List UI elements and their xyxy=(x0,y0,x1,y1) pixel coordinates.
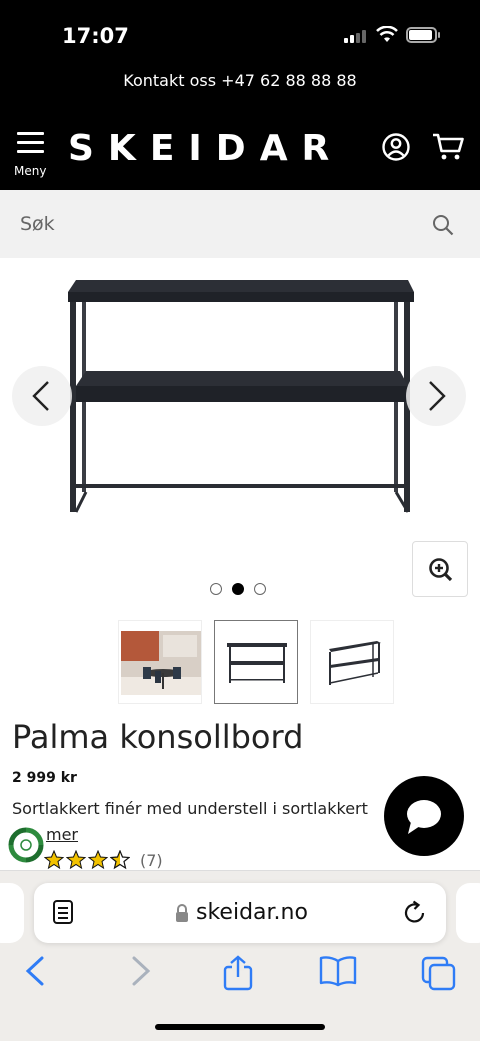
next-image-button[interactable] xyxy=(406,366,466,426)
star-icon xyxy=(44,850,64,870)
read-more-link[interactable]: mer xyxy=(46,825,78,844)
lock-icon xyxy=(176,904,188,922)
gallery-dot[interactable] xyxy=(210,583,222,595)
room-scene-image xyxy=(121,631,201,695)
product-description: Sortlakkert finér med understell i sortl… xyxy=(12,799,368,818)
forward-icon[interactable] xyxy=(126,955,154,987)
thumbnail-room-scene[interactable] xyxy=(118,620,202,704)
logo[interactable]: SKEIDAR xyxy=(68,128,343,169)
reader-view-icon[interactable] xyxy=(52,899,76,927)
thumbnail-table-front[interactable] xyxy=(214,620,298,704)
address-bar[interactable]: skeidar.no xyxy=(34,883,446,943)
chevron-right-icon xyxy=(429,381,446,411)
menu-button[interactable]: Meny xyxy=(14,132,48,182)
gallery-dots[interactable] xyxy=(210,583,266,595)
thumbnail-strip xyxy=(118,620,394,704)
search-icon[interactable] xyxy=(432,214,454,236)
browser-toolbar: skeidar.no xyxy=(0,870,480,1041)
tabs-icon[interactable] xyxy=(420,955,458,991)
cart-icon[interactable] xyxy=(432,132,466,162)
star-half-icon xyxy=(110,850,130,870)
battery-icon xyxy=(406,27,440,43)
product-rating[interactable]: (7) xyxy=(44,850,163,870)
status-time: 17:07 xyxy=(62,24,129,48)
hamburger-icon xyxy=(14,132,48,153)
product-price: 2 999 kr xyxy=(12,770,77,786)
thumbnail-table-angle[interactable] xyxy=(310,620,394,704)
previous-tab-preview[interactable] xyxy=(0,883,24,943)
table-front-image xyxy=(227,643,287,683)
chat-bubble-icon xyxy=(407,800,441,834)
previous-image-button[interactable] xyxy=(12,366,72,426)
search-bar[interactable]: Søk xyxy=(0,190,480,258)
site-header: Meny SKEIDAR xyxy=(0,110,480,190)
gallery-dot[interactable] xyxy=(254,583,266,595)
share-icon[interactable] xyxy=(222,955,254,991)
table-angle-image xyxy=(329,641,381,685)
wifi-icon xyxy=(376,26,398,42)
menu-label: Meny xyxy=(14,164,47,178)
bookmarks-icon[interactable] xyxy=(318,955,358,987)
product-image xyxy=(68,280,414,513)
star-icon xyxy=(88,850,108,870)
cellular-signal-icon xyxy=(344,30,366,43)
review-count: (7) xyxy=(140,850,163,870)
zoom-in-icon xyxy=(429,558,453,582)
back-icon[interactable] xyxy=(22,955,50,987)
home-indicator xyxy=(155,1024,325,1030)
contact-strip[interactable]: Kontakt oss +47 62 88 88 88 xyxy=(0,62,480,110)
next-tab-preview[interactable] xyxy=(456,883,480,943)
chat-button[interactable] xyxy=(384,776,464,856)
reload-icon[interactable] xyxy=(402,899,428,927)
product-gallery[interactable] xyxy=(0,258,480,610)
product-title: Palma konsollbord xyxy=(12,718,304,756)
star-icon xyxy=(66,850,86,870)
eco-badge-icon[interactable] xyxy=(8,827,44,863)
gallery-dot-active[interactable] xyxy=(232,583,244,595)
zoom-button[interactable] xyxy=(412,541,468,597)
chevron-left-icon xyxy=(32,381,49,411)
search-input[interactable]: Søk xyxy=(20,213,55,235)
url-text[interactable]: skeidar.no xyxy=(196,900,308,925)
status-bar: 17:07 xyxy=(0,0,480,62)
account-icon[interactable] xyxy=(381,132,411,162)
